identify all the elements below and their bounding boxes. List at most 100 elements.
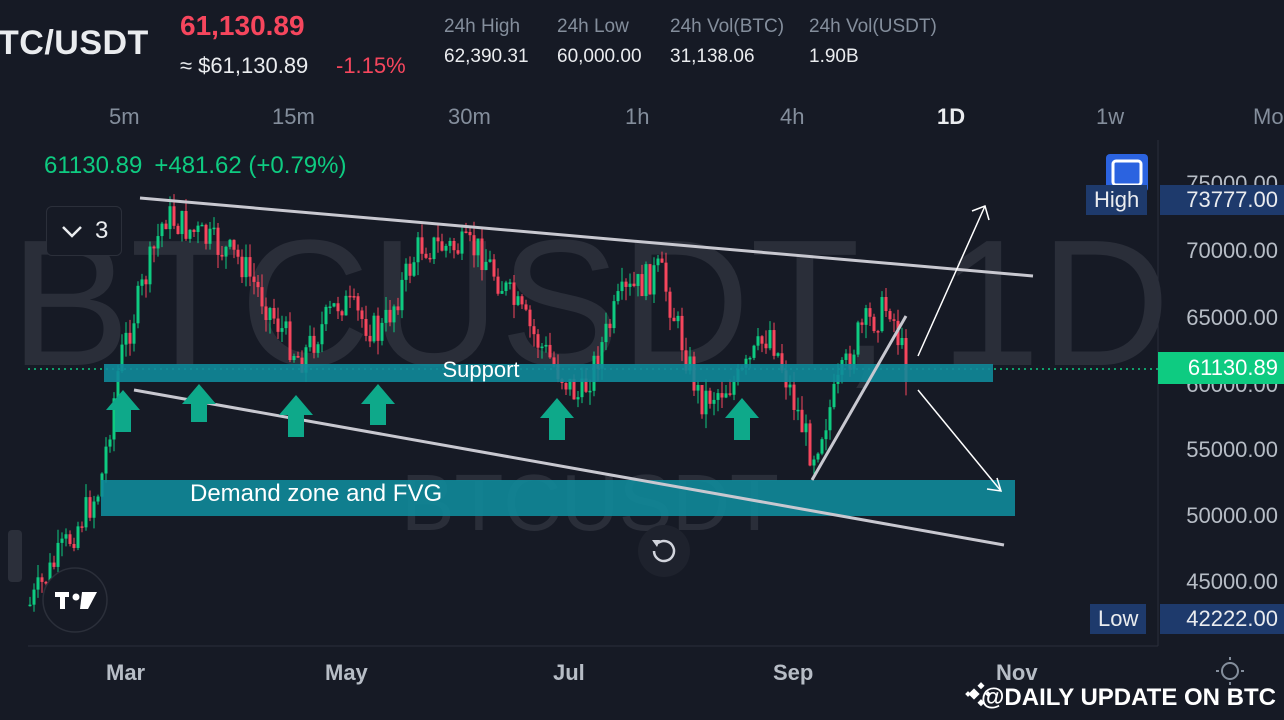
candle-body <box>604 323 608 343</box>
candle-body <box>872 316 876 332</box>
candle-body <box>460 231 464 254</box>
candle-body <box>832 383 836 408</box>
candle-body <box>552 357 556 365</box>
candle-body <box>760 336 764 344</box>
candle-body <box>320 324 324 345</box>
candle-body <box>564 383 568 390</box>
candle-body <box>192 229 196 233</box>
candle-body <box>228 239 232 247</box>
go-to-realtime-button[interactable] <box>638 525 690 577</box>
candle-body <box>900 337 904 346</box>
candle-body <box>356 296 360 311</box>
candle-body <box>388 309 392 323</box>
candle-body <box>180 210 184 235</box>
candle-body <box>804 423 808 433</box>
candle-body <box>452 241 456 251</box>
realtime-button-bg[interactable] <box>638 525 690 577</box>
candle-body <box>504 282 508 292</box>
candle-body <box>716 393 720 400</box>
candle-body <box>248 257 252 277</box>
candle-body <box>512 282 516 305</box>
candle-body <box>428 257 432 260</box>
candle-body <box>492 259 496 277</box>
candle-body <box>56 542 60 567</box>
tv-logo-part <box>72 593 80 601</box>
candle-body <box>60 538 64 543</box>
candle-body <box>372 315 376 342</box>
x-tick: Jul <box>553 660 585 685</box>
candle-body <box>36 577 40 590</box>
candle-body <box>628 283 632 287</box>
candle-body <box>376 315 380 341</box>
candle-body <box>216 227 220 255</box>
candle-body <box>544 344 548 347</box>
candle-body <box>440 241 444 251</box>
candle-body <box>448 241 452 246</box>
down-projection-arrow <box>917 389 1002 492</box>
candle-body <box>636 274 640 286</box>
candle-body <box>476 238 480 256</box>
candle-body <box>536 334 540 348</box>
gear-icon <box>1221 662 1239 680</box>
up-arrow-icon <box>725 398 759 440</box>
candle-body <box>108 439 112 447</box>
tradingview-logo-button[interactable] <box>42 567 108 633</box>
candle-body <box>856 322 860 355</box>
indicator-collapse-button[interactable]: 3 <box>46 206 122 256</box>
candle-body <box>664 262 668 292</box>
candle-body <box>484 261 488 270</box>
candle-body <box>788 384 792 388</box>
candle-body <box>696 384 700 391</box>
candle-body <box>868 308 872 317</box>
candle-body <box>396 306 400 311</box>
x-tick: May <box>325 660 368 685</box>
candle-body <box>296 356 300 358</box>
candle-body <box>284 321 288 329</box>
candle-body <box>408 263 412 276</box>
candle-body <box>332 303 336 307</box>
candle-body <box>232 239 236 250</box>
ohlc-value: 61130.89 <box>44 152 143 179</box>
indicator-count: 3 <box>95 217 109 244</box>
x-tick: Sep <box>773 660 814 685</box>
candle-body <box>152 246 156 249</box>
candle-body <box>624 281 628 287</box>
x-tick: Nov <box>996 660 1038 685</box>
candle-body <box>880 296 884 332</box>
candle-body <box>128 332 132 344</box>
candle-body <box>860 322 864 325</box>
candle-body <box>416 237 420 263</box>
candle-body <box>208 228 212 244</box>
candle-body <box>76 526 80 548</box>
settings-icon[interactable] <box>1216 657 1244 685</box>
candle-body <box>188 229 192 239</box>
candle-body <box>360 310 364 319</box>
candle-body <box>432 237 436 260</box>
candle-body <box>140 279 144 286</box>
candle-body <box>732 381 736 395</box>
candle-body <box>508 282 512 284</box>
candle-body <box>272 307 276 319</box>
y-tick: 45000.00 <box>1186 569 1278 594</box>
candle-body <box>668 291 672 318</box>
candle-body <box>236 249 240 257</box>
candle-body <box>164 223 168 230</box>
candle-body <box>64 534 68 539</box>
candle-body <box>96 496 100 502</box>
candle-body <box>368 335 372 342</box>
candle-body <box>844 353 848 360</box>
candle-body <box>148 246 152 285</box>
candle-body <box>328 306 332 309</box>
candle-body <box>588 390 592 393</box>
candle-body <box>480 238 484 270</box>
candle-body <box>212 227 216 230</box>
support-label: Support <box>442 357 519 382</box>
candle-body <box>80 526 84 528</box>
side-panel-handle[interactable] <box>8 530 22 582</box>
candle-body <box>316 344 320 353</box>
candle-body <box>348 295 352 298</box>
candle-body <box>704 390 708 415</box>
candle-body <box>616 291 620 302</box>
candle-body <box>796 409 800 412</box>
candle-body <box>200 224 204 227</box>
